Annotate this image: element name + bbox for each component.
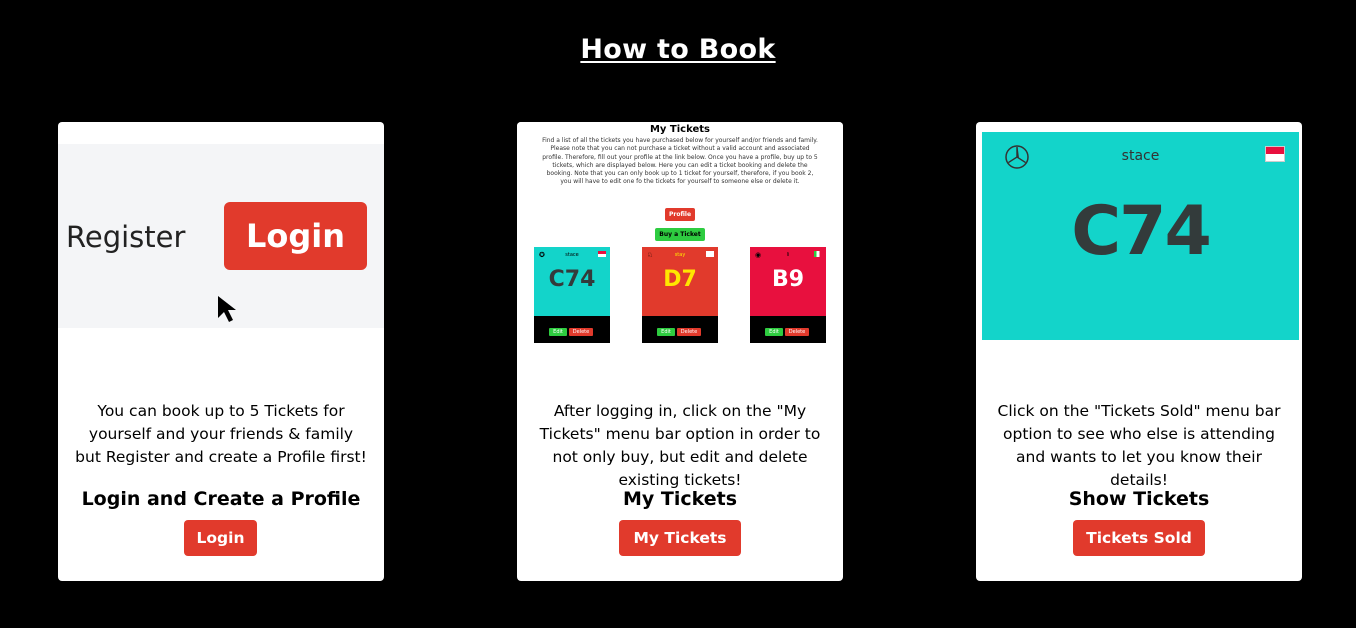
ticket-edit-button: Edit [765,328,783,336]
screenshot-description: Find a list of all the tickets you have … [542,137,818,186]
ticket-illustration: stace C74 [982,132,1299,340]
screenshot-title: My Tickets [649,124,711,135]
card-description: You can book up to 5 Tickets for yoursel… [75,402,367,466]
card-login-profile: Register Login Login and Create a Profil… [58,122,384,581]
login-button[interactable]: Login [184,520,257,556]
card-my-tickets: My Tickets Find a list of all the ticket… [517,122,843,581]
mini-ticket: ✪ stace C74 Edit Delete [534,247,610,343]
ticket-delete-button: Delete [677,328,701,336]
flag-icon [1265,146,1285,162]
card-description: Click on the "Tickets Sold" menu bar opt… [997,402,1281,489]
ticket-code: D7 [663,267,697,292]
cursor-arrow-icon [218,296,236,322]
ticket-edit-button: Edit [549,328,567,336]
page-title: How to Book [580,34,776,65]
card-show-tickets: stace C74 Show Tickets Click on the "Tic… [976,122,1302,581]
ticket-delete-button: Delete [569,328,593,336]
card-title: Login and Create a Profile [81,488,361,510]
mini-ticket: ♘ stay D7 Edit Delete [642,247,718,343]
ticket-code: C74 [548,267,596,292]
login-illustration-button: Login [224,202,367,270]
tickets-sold-button[interactable]: Tickets Sold [1073,520,1205,556]
flag-icon [598,251,606,257]
ticket-delete-button: Delete [785,328,809,336]
flag-icon [706,251,714,257]
register-label: Register [66,220,186,254]
register-login-illustration: Register Login [58,144,384,328]
my-tickets-screenshot: My Tickets Find a list of all the ticket… [517,122,843,347]
my-tickets-button[interactable]: My Tickets [619,520,741,556]
ticket-code: C74 [1071,192,1212,271]
card-description: After logging in, click on the "My Ticke… [539,402,821,489]
ticket-team: stace [1121,148,1160,164]
screenshot-buy-ticket-button: Buy a Ticket [655,228,705,241]
ticket-code: B9 [771,267,805,292]
mini-ticket: ◉ li B9 Edit Delete [750,247,826,343]
flag-icon [814,251,822,257]
ticket-edit-button: Edit [657,328,675,336]
screenshot-profile-button: Profile [665,208,695,221]
